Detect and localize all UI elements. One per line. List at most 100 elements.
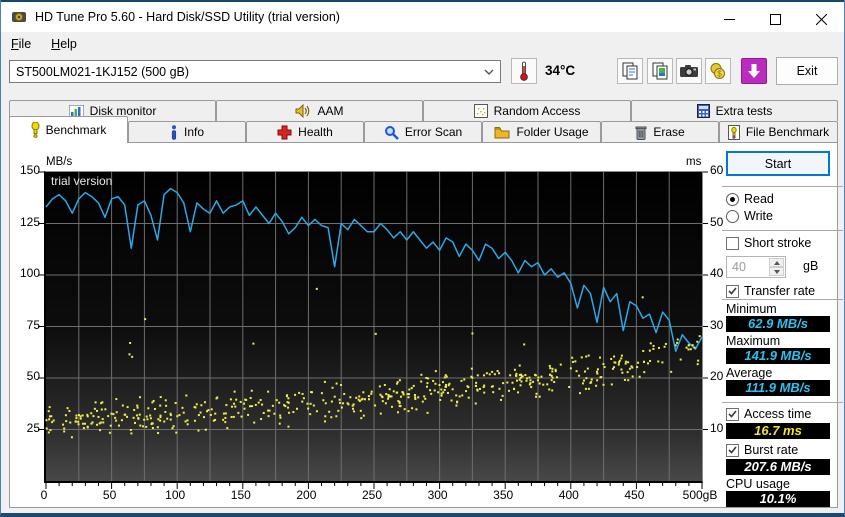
- spin-up-button[interactable]: [769, 258, 784, 267]
- read-radio-circle[interactable]: [726, 193, 739, 206]
- right-axis-title: ms: [686, 156, 701, 168]
- tab-extra-tests-label: Extra tests: [716, 104, 773, 118]
- axis-tick-label: 50: [10, 369, 40, 383]
- separator: [722, 299, 843, 300]
- separator: [722, 402, 843, 403]
- benchmark-chart: trial version: [44, 171, 703, 483]
- spin-down-button[interactable]: [769, 267, 784, 276]
- minimize-icon: [724, 14, 735, 25]
- maximize-button[interactable]: [752, 4, 798, 34]
- menubar: File Help: [1, 32, 844, 55]
- chevron-down-icon: [484, 69, 494, 75]
- axis-tick-label: 150: [231, 488, 251, 502]
- drive-select-value: ST500LM021-1KJ152 (500 gB): [16, 65, 189, 79]
- short-stroke-unit: gB: [803, 259, 818, 273]
- axis-tick-label: 0: [41, 488, 48, 502]
- info-icon: [170, 125, 178, 140]
- red-cross-icon: [277, 125, 292, 140]
- tab-extra-tests[interactable]: Extra tests: [631, 100, 838, 121]
- axis-tick-label: 30: [710, 318, 723, 332]
- axis-tick-label: 350: [493, 488, 513, 502]
- tab-health[interactable]: Health: [246, 121, 364, 142]
- tab-benchmark-label: Benchmark: [46, 123, 107, 137]
- axis-tick-label: 20: [710, 369, 723, 383]
- axis-tick-label: 100: [10, 266, 40, 280]
- copy-image-button[interactable]: [647, 58, 673, 84]
- tab-error-scan-label: Error Scan: [405, 125, 462, 139]
- buy-button[interactable]: $: [705, 58, 731, 84]
- axis-tick-label: 150: [10, 163, 40, 177]
- trial-watermark: trial version: [51, 174, 112, 188]
- tab-file-benchmark-label: File Benchmark: [746, 125, 829, 139]
- axis-tick-label: 500gB: [683, 488, 718, 502]
- copy-text-button[interactable]: [617, 58, 643, 84]
- exclamation-bulb-icon: [31, 122, 40, 138]
- tab-erase-label: Erase: [653, 125, 684, 139]
- copy-text-icon: [621, 62, 639, 80]
- short-stroke-label: Short stroke: [744, 236, 811, 250]
- start-label: Start: [765, 157, 791, 171]
- axis-tick-label: 75: [10, 318, 40, 332]
- separator: [722, 186, 843, 187]
- access-time-checkbox[interactable]: [726, 408, 739, 421]
- tab-info[interactable]: Info: [128, 121, 246, 142]
- access-time-checkbox-row[interactable]: Access time: [726, 407, 811, 421]
- menu-help[interactable]: Help: [41, 34, 87, 54]
- write-radio[interactable]: Write: [726, 209, 773, 223]
- short-stroke-checkbox-row[interactable]: Short stroke: [726, 236, 811, 250]
- burst-rate-checkbox-row[interactable]: Burst rate: [726, 443, 798, 457]
- exit-label: Exit: [797, 64, 818, 78]
- drive-select[interactable]: ST500LM021-1KJ152 (500 gB): [9, 60, 501, 83]
- short-stroke-size-input[interactable]: 40: [726, 256, 786, 278]
- exit-button[interactable]: Exit: [776, 57, 838, 85]
- tab-file-benchmark[interactable]: File Benchmark: [719, 121, 838, 142]
- chart-canvas: [46, 172, 702, 481]
- tab-aam[interactable]: AAM: [216, 100, 423, 121]
- maximize-icon: [770, 14, 781, 25]
- trash-icon: [635, 125, 647, 140]
- coins-icon: $: [709, 62, 727, 80]
- read-radio[interactable]: Read: [726, 192, 774, 206]
- cpu-usage-label: CPU usage: [726, 477, 790, 491]
- maximum-value: 141.9 MB/s: [726, 348, 830, 364]
- download-update-button[interactable]: [741, 58, 767, 84]
- arrow-down-icon: [774, 270, 780, 274]
- separator: [722, 230, 843, 231]
- tab-benchmark[interactable]: Benchmark: [9, 116, 128, 143]
- temperature-button[interactable]: [511, 58, 537, 84]
- tab-random-access-label: Random Access: [494, 104, 581, 118]
- extra-tests-icon: [697, 104, 710, 118]
- cpu-usage-value: 10.1%: [726, 491, 830, 507]
- screenshot-button[interactable]: [676, 58, 702, 84]
- titlebar: HD Tune Pro 5.60 - Hard Disk/SSD Utility…: [1, 0, 844, 32]
- tab-error-scan[interactable]: Error Scan: [364, 121, 482, 142]
- write-radio-circle[interactable]: [726, 210, 739, 223]
- close-button[interactable]: [798, 4, 844, 34]
- short-stroke-checkbox[interactable]: [726, 237, 739, 250]
- burst-rate-checkbox[interactable]: [726, 444, 739, 457]
- window-title: HD Tune Pro 5.60 - Hard Disk/SSD Utility…: [35, 10, 340, 24]
- axis-tick-label: 300: [428, 488, 448, 502]
- tab-random-access[interactable]: Random Access: [423, 100, 631, 121]
- minimize-button[interactable]: [706, 4, 752, 34]
- start-button[interactable]: Start: [726, 151, 830, 176]
- axis-tick-label: 40: [710, 266, 723, 280]
- app-window: HD Tune Pro 5.60 - Hard Disk/SSD Utility…: [0, 0, 845, 517]
- axis-tick-label: 400: [559, 488, 579, 502]
- axis-tick-label: 450: [624, 488, 644, 502]
- transfer-rate-checkbox-row[interactable]: Transfer rate: [726, 284, 815, 298]
- transfer-rate-checkbox[interactable]: [726, 285, 739, 298]
- temperature-value: 34°C: [545, 63, 575, 78]
- axis-tick-label: 125: [10, 215, 40, 229]
- tab-folder-usage[interactable]: Folder Usage: [482, 121, 601, 142]
- menu-file[interactable]: File: [1, 34, 41, 54]
- random-dots-icon: [474, 104, 488, 118]
- burst-rate-value: 207.6 MB/s: [726, 459, 830, 475]
- tab-info-label: Info: [184, 125, 204, 139]
- copy-image-icon: [651, 62, 669, 80]
- access-time-value: 16.7 ms: [726, 423, 830, 439]
- tab-erase[interactable]: Erase: [601, 121, 719, 142]
- folder-icon: [494, 126, 510, 139]
- close-icon: [816, 14, 827, 25]
- average-label: Average: [726, 366, 772, 380]
